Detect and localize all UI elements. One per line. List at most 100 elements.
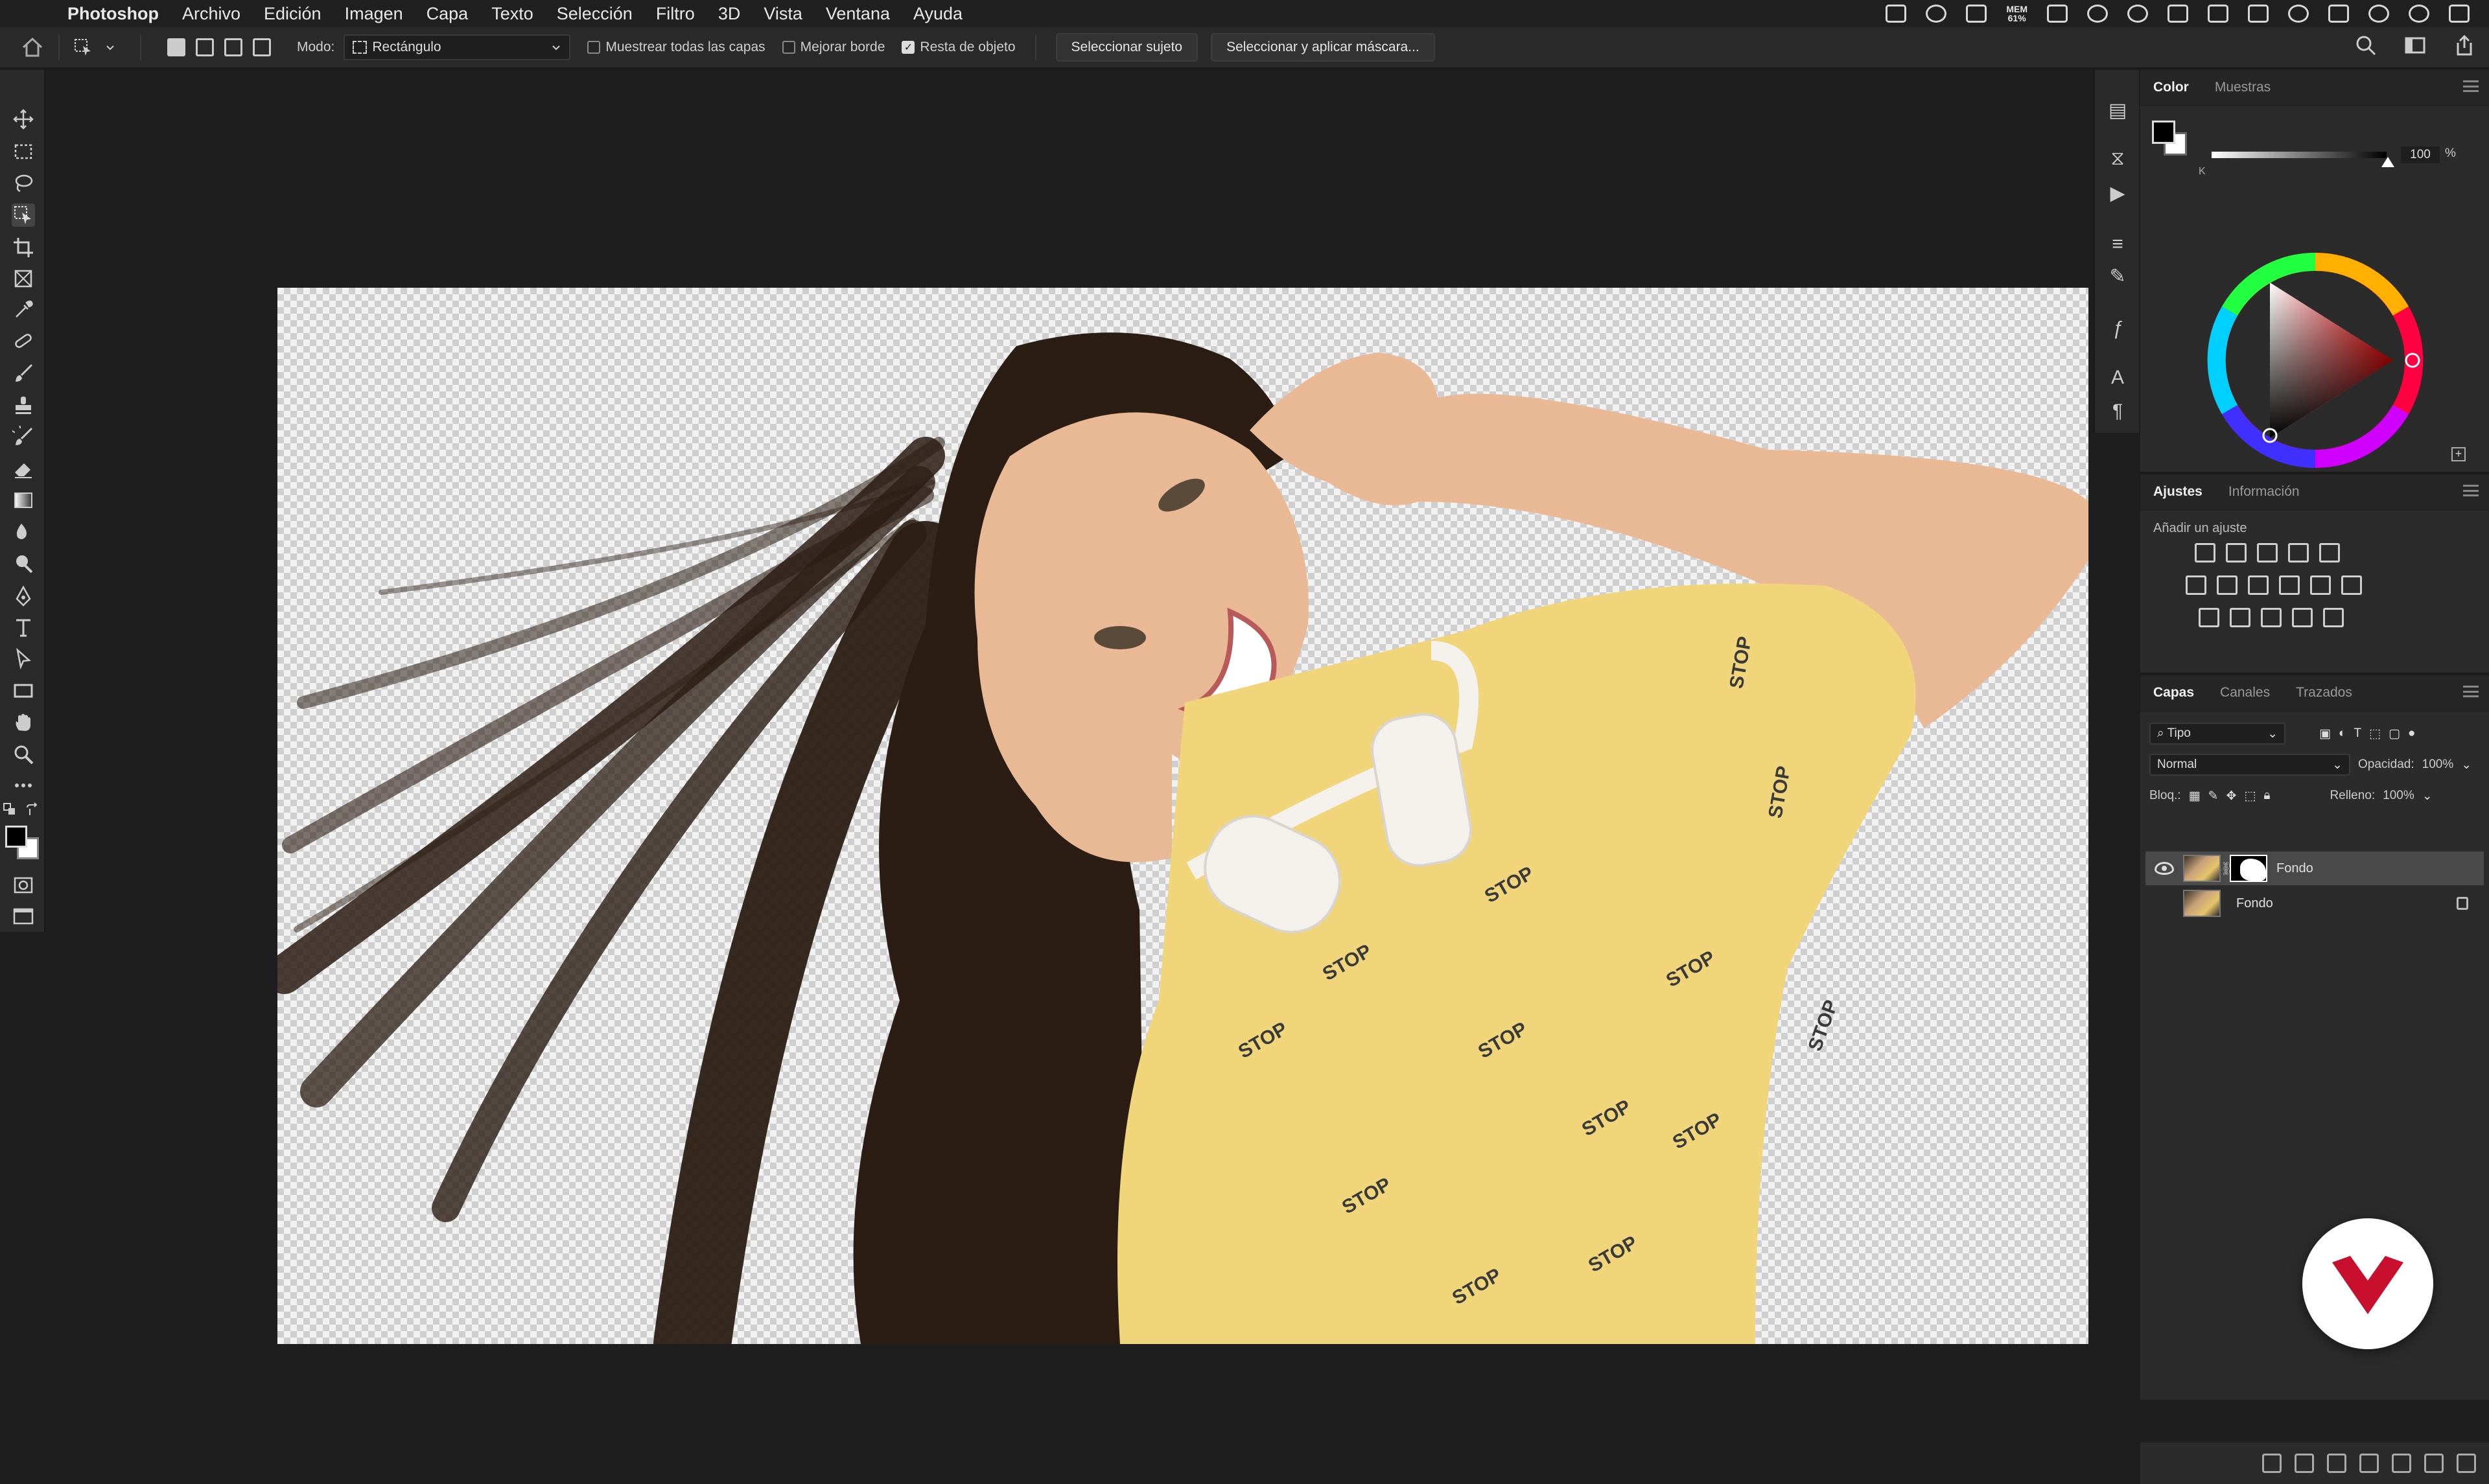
threshold-icon[interactable] <box>2261 608 2282 627</box>
history-panel-icon[interactable]: ⧖ <box>2105 146 2130 171</box>
airplay-icon[interactable] <box>2208 5 2228 23</box>
tab-channels[interactable]: Canales <box>2220 685 2270 701</box>
lock-all-icon[interactable]: 🔒︎ <box>2263 789 2270 803</box>
shape-layer-filter-icon[interactable]: ⬚ <box>2369 726 2381 741</box>
blur-tool-icon[interactable] <box>12 521 35 544</box>
path-selection-tool-icon[interactable] <box>12 647 35 670</box>
add-to-selection-icon[interactable] <box>196 38 214 56</box>
menu-ayuda[interactable]: Ayuda <box>913 4 963 24</box>
lock-position-icon[interactable]: ✥ <box>2226 789 2236 804</box>
search-icon[interactable] <box>2354 34 2378 57</box>
color-balance-icon[interactable] <box>2217 575 2238 595</box>
paragraph-panel-icon[interactable]: ¶ <box>2105 399 2130 424</box>
panel-menu-icon[interactable] <box>2463 686 2479 697</box>
menu-ventana[interactable]: Ventana <box>826 4 890 24</box>
play-icon[interactable] <box>2248 5 2269 23</box>
new-selection-icon[interactable] <box>167 38 185 56</box>
link-layers-icon[interactable] <box>2262 1454 2282 1473</box>
selective-color-icon[interactable] <box>2292 608 2313 627</box>
delete-layer-icon[interactable] <box>2457 1454 2476 1473</box>
posterize-icon[interactable] <box>2230 608 2250 627</box>
menu-app-name[interactable]: Photoshop <box>67 4 159 24</box>
workspace-switcher-icon[interactable] <box>2403 34 2427 57</box>
siri-icon[interactable] <box>2409 5 2429 23</box>
clone-stamp-tool-icon[interactable] <box>12 394 35 417</box>
history-brush-tool-icon[interactable] <box>12 425 35 448</box>
swap-colors-icon[interactable] <box>25 802 40 818</box>
black-white-icon[interactable] <box>2248 575 2269 595</box>
filter-toggle-icon[interactable]: ● <box>2408 726 2415 741</box>
layer-name[interactable]: Fondo <box>2276 861 2313 876</box>
new-adjustment-layer-icon[interactable] <box>2359 1454 2379 1473</box>
menu-seleccion[interactable]: Selección <box>557 4 633 24</box>
zoom-tool-icon[interactable] <box>12 743 35 766</box>
gradient-map-icon[interactable] <box>2323 608 2344 627</box>
hand-tool-icon[interactable] <box>12 710 35 734</box>
k-slider-track[interactable] <box>2212 152 2387 158</box>
libraries-panel-icon[interactable]: ▤ <box>2105 99 2130 123</box>
memory-indicator[interactable]: MEM 61% <box>2006 5 2027 23</box>
select-and-mask-button[interactable]: Seleccionar y aplicar máscara... <box>1211 33 1435 62</box>
invert-icon[interactable] <box>2199 608 2219 627</box>
subtract-from-selection-icon[interactable] <box>224 38 242 56</box>
layer-mask-thumbnail[interactable] <box>2230 855 2267 882</box>
k-slider-knob[interactable] <box>2381 157 2394 167</box>
actions-panel-icon[interactable]: ▶ <box>2105 181 2130 206</box>
object-selection-tool-icon[interactable] <box>12 203 35 227</box>
chevron-down-icon[interactable]: ⌄ <box>2422 789 2433 804</box>
home-icon[interactable] <box>19 34 45 60</box>
panel-menu-icon[interactable] <box>2463 80 2479 92</box>
photo-filter-icon[interactable] <box>2279 575 2300 595</box>
layer-row[interactable]: Fondo <box>2145 887 2484 920</box>
dropbox-icon[interactable] <box>1966 5 1987 23</box>
smart-object-filter-icon[interactable]: ▢ <box>2389 726 2400 741</box>
lock-image-pixels-icon[interactable]: ✎ <box>2208 789 2219 804</box>
apple-icon[interactable] <box>25 3 49 24</box>
menu-edicion[interactable]: Edición <box>264 4 321 24</box>
color-wheel[interactable] <box>2205 250 2425 470</box>
color-lookup-icon[interactable] <box>2341 575 2362 595</box>
menu-capa[interactable]: Capa <box>427 4 469 24</box>
default-colors-icon[interactable] <box>3 802 18 818</box>
object-subtract-checkbox[interactable]: ✓ Resta de objeto <box>902 40 1016 55</box>
fill-value[interactable]: 100% <box>2383 789 2414 803</box>
rectangle-tool-icon[interactable] <box>12 679 35 702</box>
menu-texto[interactable]: Texto <box>491 4 533 24</box>
menu-3d[interactable]: 3D <box>718 4 741 24</box>
brushes-panel-icon[interactable]: ✎ <box>2105 264 2130 289</box>
chain-link-icon[interactable]: ⛓︎ <box>2221 861 2237 877</box>
dodge-tool-icon[interactable] <box>12 552 35 575</box>
object-selection-tool-preset-icon[interactable] <box>73 37 93 58</box>
menu-vista[interactable]: Vista <box>764 4 802 24</box>
document-workspace[interactable]: STOP STOP STOP STOP STOP STOP STOP STOP … <box>45 70 2094 1400</box>
lasso-tool-icon[interactable] <box>12 171 35 194</box>
lock-transparent-pixels-icon[interactable]: ▦ <box>2189 789 2201 804</box>
add-swatch-icon[interactable]: + <box>2451 447 2466 461</box>
tab-adjustments[interactable]: Ajustes <box>2153 484 2203 500</box>
more-tools-icon[interactable] <box>12 774 35 797</box>
exposure-icon[interactable] <box>2288 543 2309 562</box>
menu-archivo[interactable]: Archivo <box>182 4 240 24</box>
crop-tool-icon[interactable] <box>12 236 35 259</box>
k-value-input[interactable]: 100 <box>2401 146 2440 163</box>
pixel-layer-filter-icon[interactable]: ▣ <box>2319 726 2331 741</box>
tab-swatches[interactable]: Muestras <box>2215 80 2271 95</box>
creative-cloud-icon[interactable] <box>1926 5 1947 23</box>
intersect-selection-icon[interactable] <box>253 38 271 56</box>
blend-mode-dropdown[interactable]: Normal ⌄ <box>2149 754 2350 776</box>
curves-icon[interactable] <box>2257 543 2278 562</box>
enhance-edge-checkbox[interactable]: Mejorar borde <box>782 40 885 55</box>
rectangular-marquee-tool-icon[interactable] <box>12 140 35 163</box>
channel-mixer-icon[interactable] <box>2310 575 2331 595</box>
select-subject-button[interactable]: Seleccionar sujeto <box>1055 33 1198 62</box>
brightness-contrast-icon[interactable] <box>2195 543 2215 562</box>
type-tool-icon[interactable] <box>12 616 35 639</box>
styles-panel-icon[interactable]: ƒ <box>2105 316 2130 341</box>
layer-kind-filter[interactable]: ⌕ Tipo ⌄ <box>2149 723 2285 745</box>
menu-imagen[interactable]: Imagen <box>345 4 403 24</box>
visibility-eye-icon[interactable] <box>2155 862 2174 875</box>
mode-dropdown[interactable]: Rectángulo <box>344 34 571 60</box>
layer-thumbnail[interactable] <box>2183 890 2221 917</box>
chevron-down-icon[interactable]: ⌄ <box>2461 758 2471 772</box>
layer-row[interactable]: ⛓︎ Fondo <box>2145 852 2484 885</box>
